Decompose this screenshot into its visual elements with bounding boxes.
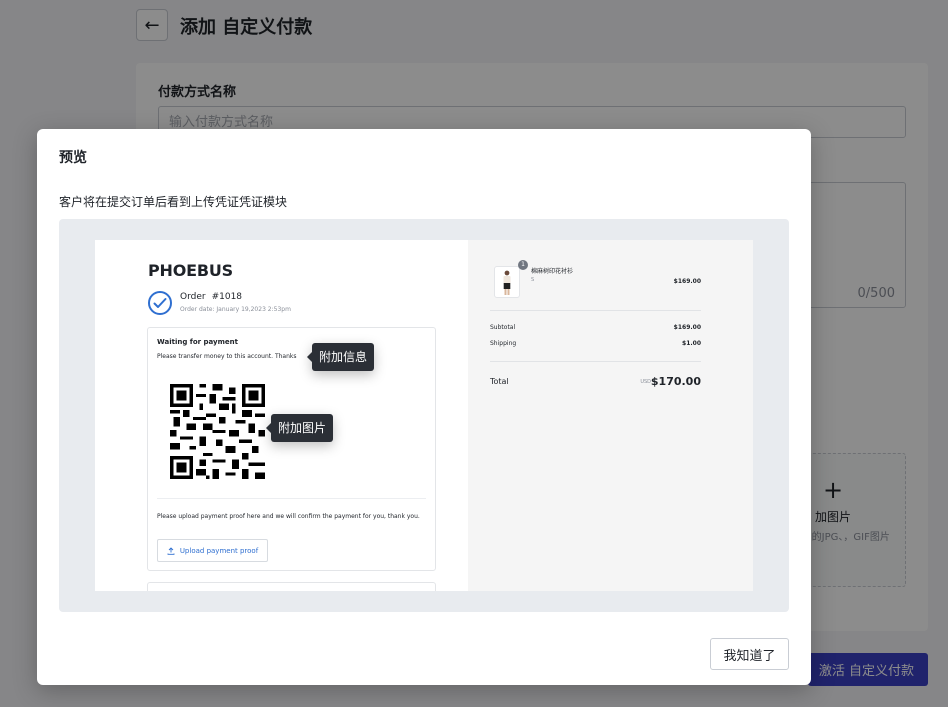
total-label: Total	[490, 377, 509, 386]
got-it-button[interactable]: 我知道了	[710, 638, 789, 670]
checkout-right-panel: 1 棉麻树印花衬衫 S $169.00 Subtotal $169.00 Shi…	[468, 240, 753, 591]
modal-description: 客户将在提交订单后看到上传凭证凭证模块	[59, 195, 288, 209]
preview-modal: 预览 客户将在提交订单后看到上传凭证凭证模块 PHOEBUS Order #101…	[37, 129, 811, 685]
total-value: $170.00	[650, 375, 701, 388]
subtotal-label: Subtotal	[490, 324, 516, 331]
checkout-preview: PHOEBUS Order #1018 Order date: January 1…	[95, 240, 753, 591]
next-section-box	[147, 582, 436, 591]
order-number: Order #1018	[180, 292, 242, 302]
shipping-label: Shipping	[490, 340, 517, 347]
upload-payment-proof-button[interactable]: Upload payment proof	[157, 539, 268, 562]
order-date: Order date: January 19,2023 2:53pm	[180, 306, 291, 313]
tooltip-additional-info: 附加信息	[306, 343, 375, 371]
qr-code-image	[170, 384, 265, 479]
upload-icon	[167, 546, 175, 555]
total-currency: USD	[640, 379, 651, 385]
product-price: $169.00	[673, 278, 701, 285]
summary-divider-bottom	[490, 361, 701, 362]
upload-instructions: Please upload payment proof here and we …	[157, 513, 420, 520]
checkout-left-panel: PHOEBUS Order #1018 Order date: January 1…	[95, 240, 468, 591]
shop-name: PHOEBUS	[148, 261, 233, 280]
product-name: 棉麻树印花衬衫	[531, 268, 574, 275]
payment-title: Waiting for payment	[157, 338, 238, 346]
subtotal-value: $169.00	[673, 324, 701, 331]
payment-info: Please transfer money to this account. T…	[157, 353, 297, 360]
product-variant: S	[531, 277, 535, 283]
product-image	[503, 270, 511, 295]
preview-frame: PHOEBUS Order #1018 Order date: January 1…	[59, 219, 789, 612]
product-thumbnail	[494, 266, 520, 298]
modal-title: 预览	[59, 150, 87, 166]
tooltip-additional-image: 附加图片	[265, 414, 334, 442]
shipping-value: $1.00	[682, 340, 701, 347]
upload-button-label: Upload payment proof	[179, 546, 259, 555]
payment-box: Waiting for payment Please transfer mone…	[147, 327, 436, 571]
order-number-value: #1018	[211, 292, 243, 302]
summary-divider-top	[490, 310, 701, 311]
check-circle-icon	[148, 291, 172, 315]
payment-divider	[157, 498, 426, 499]
quantity-badge: 1	[518, 260, 528, 270]
order-label: Order	[180, 292, 206, 302]
